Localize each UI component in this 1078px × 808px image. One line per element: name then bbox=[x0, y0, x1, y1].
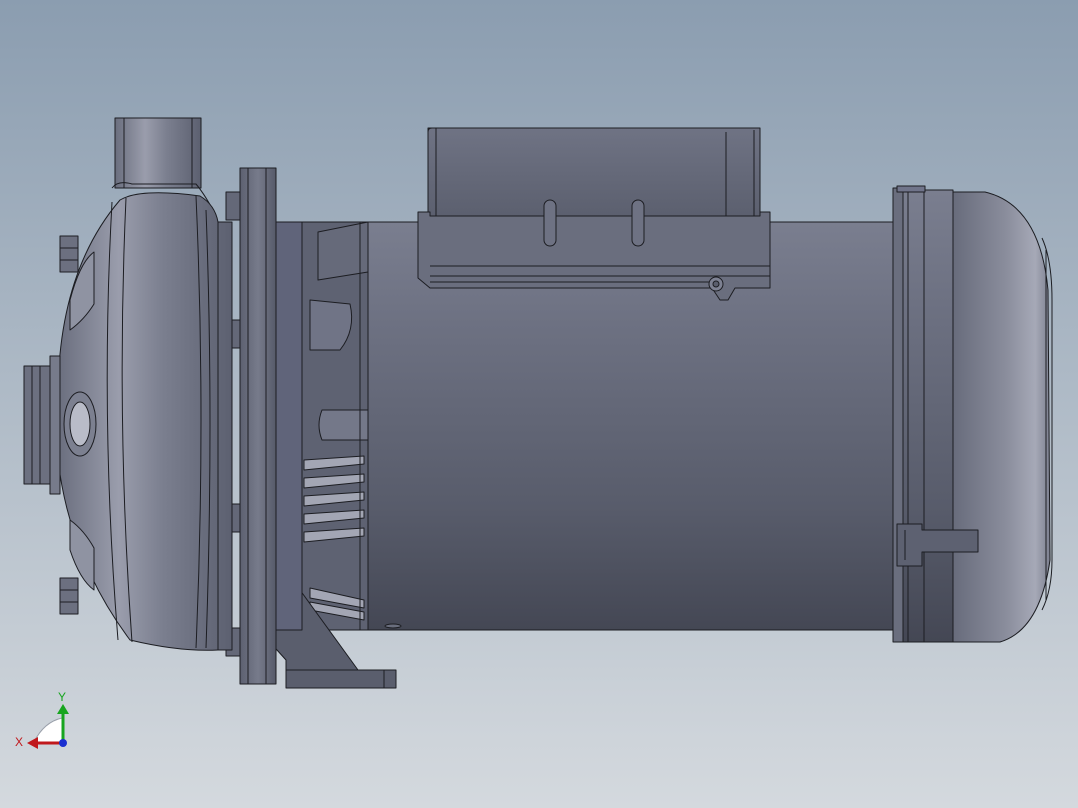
motor-end-cap[interactable] bbox=[892, 185, 1053, 643]
z-axis-dot bbox=[59, 739, 67, 747]
capacitor-box[interactable] bbox=[417, 127, 771, 301]
box-slot bbox=[543, 199, 557, 247]
flange-bolt[interactable] bbox=[225, 191, 241, 221]
x-axis-label: X bbox=[15, 735, 23, 749]
casing-bolt-top[interactable] bbox=[59, 235, 79, 273]
suction-inlet[interactable] bbox=[23, 355, 61, 495]
motor-adapter-bracket[interactable] bbox=[299, 221, 369, 631]
graphics-viewport[interactable]: Y X bbox=[0, 0, 1078, 808]
box-slot bbox=[631, 199, 645, 247]
casing-bolt-bottom[interactable] bbox=[59, 577, 79, 615]
pump-model[interactable] bbox=[23, 117, 1053, 689]
y-axis-label: Y bbox=[58, 690, 66, 704]
